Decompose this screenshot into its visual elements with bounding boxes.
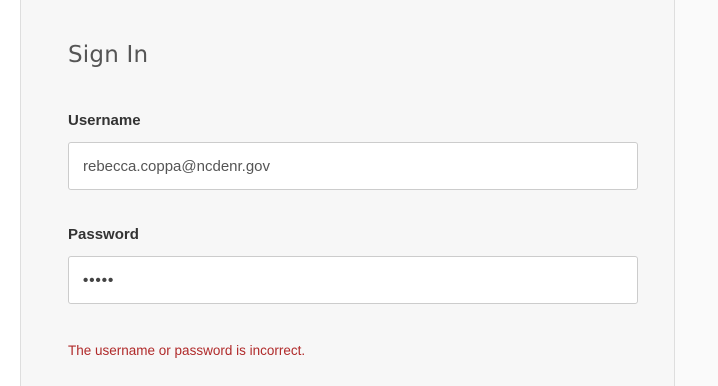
left-margin bbox=[0, 0, 20, 386]
password-label: Password bbox=[68, 226, 139, 243]
sign-in-card: Sign In Username Password The username o… bbox=[20, 0, 675, 386]
username-label: Username bbox=[68, 112, 141, 129]
login-error-message: The username or password is incorrect. bbox=[68, 343, 306, 358]
right-side-panel bbox=[675, 0, 718, 386]
sign-in-title: Sign In bbox=[68, 42, 149, 68]
username-input[interactable] bbox=[68, 142, 638, 190]
password-input[interactable] bbox=[68, 256, 638, 304]
page: Sign In Username Password The username o… bbox=[0, 0, 718, 386]
